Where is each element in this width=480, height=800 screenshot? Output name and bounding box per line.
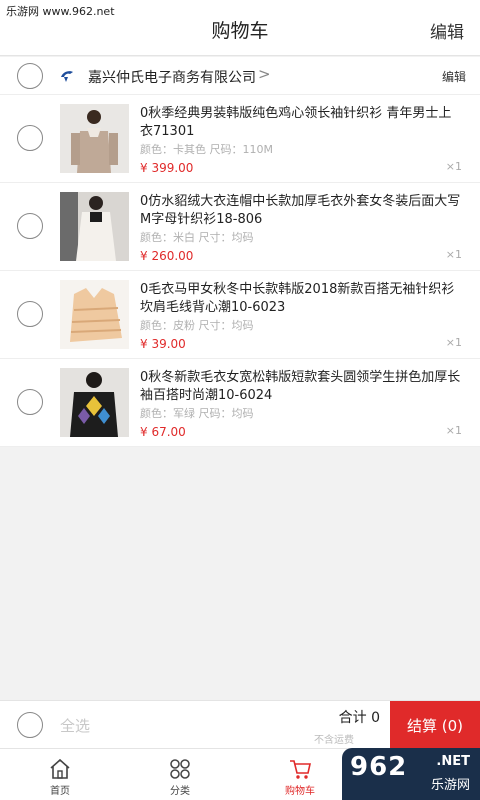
tab-home[interactable]: 首页 xyxy=(0,749,120,800)
watermark-number: 962 xyxy=(350,752,408,782)
total-amount: 合计 0 xyxy=(338,710,380,726)
product-image[interactable] xyxy=(60,104,129,173)
cart-icon xyxy=(290,760,311,779)
product-name[interactable]: 0秋冬新款毛衣女宽松韩版短款套头圆领学生拼色加厚长袖百搭时尚潮10-6024 xyxy=(140,369,462,405)
product-quantity: ×1 xyxy=(445,160,462,173)
edit-button[interactable]: 编辑 xyxy=(430,18,464,43)
watermark-cn: 乐游网 xyxy=(430,778,470,793)
shop-select-radio[interactable] xyxy=(17,63,43,89)
product-spec: 颜色：皮粉 尺寸：均码 xyxy=(140,319,254,332)
shipping-note: 不含运费 xyxy=(314,735,354,746)
cart-item[interactable]: 0仿水貂绒大衣连帽中长款加厚毛衣外套女冬装后面大写M字母针织衫18-806 颜色… xyxy=(0,183,480,271)
category-icon xyxy=(170,759,190,779)
cart-item[interactable]: 0秋冬新款毛衣女宽松韩版短款套头圆领学生拼色加厚长袖百搭时尚潮10-6024 颜… xyxy=(0,359,480,447)
watermark-top: 乐游网 www.962.net xyxy=(0,0,121,22)
item-select-radio[interactable] xyxy=(17,389,43,415)
product-quantity: ×1 xyxy=(445,248,462,261)
watermark-net: .NET xyxy=(436,754,470,769)
shop-logo-icon xyxy=(61,71,73,82)
product-name[interactable]: 0毛衣马甲女秋冬中长款韩版2018新款百搭无袖针织衫坎肩毛线背心潮10-6023 xyxy=(140,281,462,317)
item-select-radio[interactable] xyxy=(17,125,43,151)
select-all-radio[interactable] xyxy=(17,712,43,738)
item-select-radio[interactable] xyxy=(17,301,43,327)
product-price: ¥ 67.00 xyxy=(140,425,186,439)
product-price: ¥ 39.00 xyxy=(140,337,186,351)
tab-category[interactable]: 分类 xyxy=(120,749,240,800)
product-image[interactable] xyxy=(60,280,129,349)
product-image[interactable] xyxy=(60,192,129,261)
tab-category-label: 分类 xyxy=(170,786,190,797)
watermark-logo: 962 .NET 乐游网 xyxy=(342,748,480,800)
cart-item[interactable]: 0秋季经典男装韩版纯色鸡心领长袖针织衫 青年男士上衣71301 颜色：卡其色 尺… xyxy=(0,95,480,183)
product-spec: 颜色：卡其色 尺码：110M xyxy=(140,143,273,156)
select-all-label[interactable]: 全选 xyxy=(60,715,90,736)
product-name[interactable]: 0秋季经典男装韩版纯色鸡心领长袖针织衫 青年男士上衣71301 xyxy=(140,105,462,141)
product-spec: 颜色：军绿 尺码：均码 xyxy=(140,407,254,420)
item-select-radio[interactable] xyxy=(17,213,43,239)
cart-item[interactable]: 0毛衣马甲女秋冬中长款韩版2018新款百搭无袖针织衫坎肩毛线背心潮10-6023… xyxy=(0,271,480,359)
shop-name[interactable]: 嘉兴仲氏电子商务有限公司 xyxy=(88,67,256,87)
tab-home-label: 首页 xyxy=(50,786,70,797)
shop-edit-button[interactable]: 编辑 xyxy=(442,68,466,85)
product-quantity: ×1 xyxy=(445,336,462,349)
product-spec: 颜色：米白 尺寸：均码 xyxy=(140,231,254,244)
checkout-bar: 全选 合计 0 不含运费 结算 (0) xyxy=(0,700,480,749)
chevron-right-icon[interactable]: > xyxy=(258,65,271,83)
checkout-button[interactable]: 结算 (0) xyxy=(390,701,480,749)
product-price: ¥ 399.00 xyxy=(140,161,194,175)
product-price: ¥ 260.00 xyxy=(140,249,194,263)
shop-row: 嘉兴仲氏电子商务有限公司 > 编辑 xyxy=(0,57,480,95)
home-icon xyxy=(50,758,70,779)
product-name[interactable]: 0仿水貂绒大衣连帽中长款加厚毛衣外套女冬装后面大写M字母针织衫18-806 xyxy=(140,193,462,229)
product-quantity: ×1 xyxy=(445,424,462,437)
cart-item-list: 0秋季经典男装韩版纯色鸡心领长袖针织衫 青年男士上衣71301 颜色：卡其色 尺… xyxy=(0,95,480,447)
product-image[interactable] xyxy=(60,368,129,437)
